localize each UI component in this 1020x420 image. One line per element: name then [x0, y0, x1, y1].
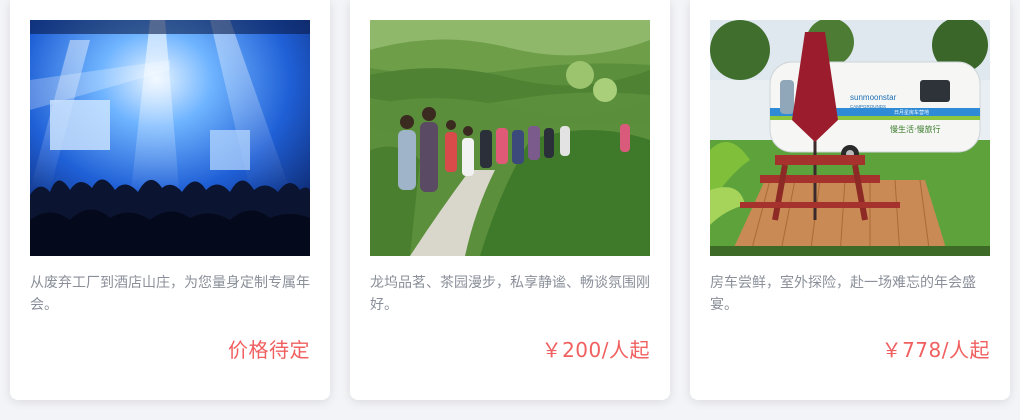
- rv-camping-photo[interactable]: sunmoonstar CAMPGROUNDS 日月星房车营地 慢生活·慢旅行: [710, 20, 990, 256]
- rv-camping-image: sunmoonstar CAMPGROUNDS 日月星房车营地 慢生活·慢旅行: [710, 20, 990, 256]
- rv-sign-banner: 日月星房车营地: [894, 109, 929, 116]
- rv-sign-text: sunmoonstar: [850, 93, 897, 102]
- card-price: ￥778/人起: [881, 338, 990, 362]
- event-card-factory-hotel[interactable]: 从废弃工厂到酒店山庄，为您量身定制专属年会。 价格待定: [10, 0, 330, 400]
- rv-sign-slogan: 慢生活·慢旅行: [890, 124, 941, 134]
- event-card-tea-garden[interactable]: 龙坞品茗、茶园漫步，私享静谧、畅谈氛围刚好。 ￥200/人起: [350, 0, 670, 400]
- concert-stage-image: [30, 20, 310, 256]
- card-description: 从废弃工厂到酒店山庄，为您量身定制专属年会。: [30, 275, 310, 313]
- card-price: ￥200/人起: [541, 338, 650, 362]
- rv-sign-subtext: CAMPGROUNDS: [850, 104, 886, 109]
- card-description: 龙坞品茗、茶园漫步，私享静谧、畅谈氛围刚好。: [370, 275, 650, 313]
- event-card-list: 从废弃工厂到酒店山庄，为您量身定制专属年会。 价格待定 龙坞品茗、茶园漫步，私享…: [0, 0, 1020, 420]
- tea-garden-group-photo[interactable]: [370, 20, 650, 256]
- event-card-rv-camping[interactable]: sunmoonstar CAMPGROUNDS 日月星房车营地 慢生活·慢旅行: [690, 0, 1010, 400]
- concert-stage-photo[interactable]: [30, 20, 310, 256]
- card-description: 房车尝鲜，室外探险，赴一场难忘的年会盛宴。: [710, 275, 976, 313]
- tea-garden-image: [370, 20, 650, 256]
- card-price: 价格待定: [228, 338, 310, 362]
